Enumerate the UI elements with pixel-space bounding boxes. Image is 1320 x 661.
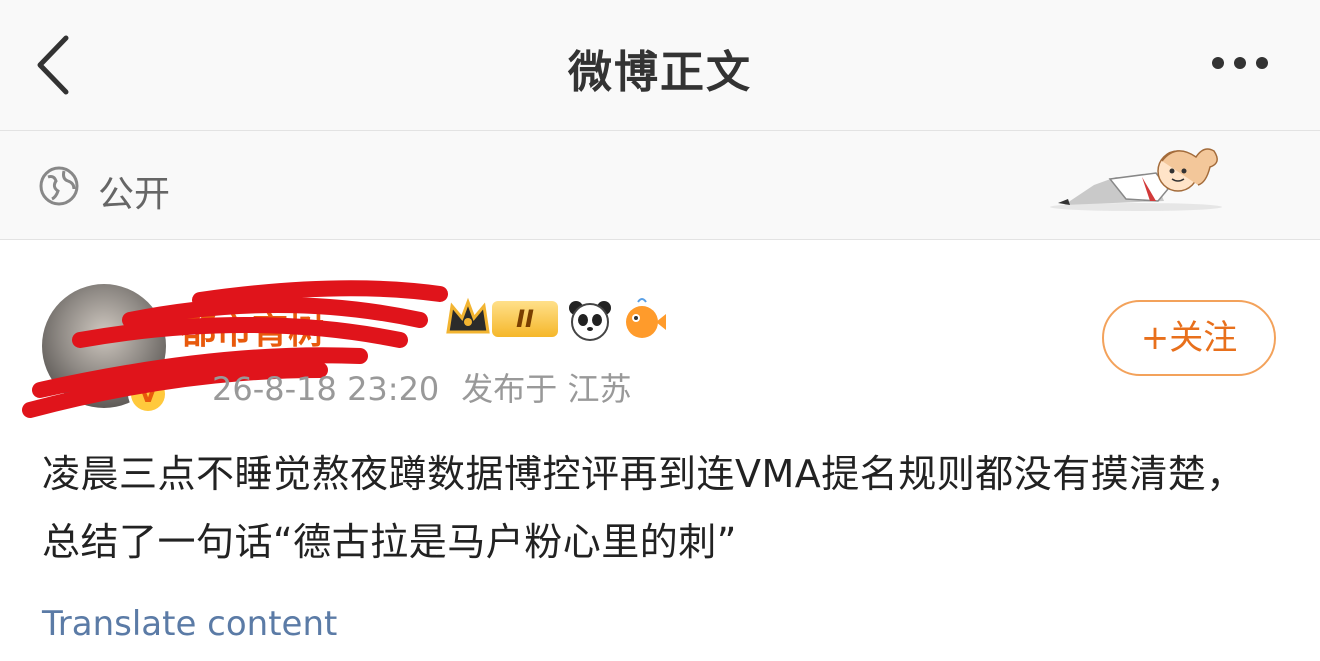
post-meta: 26-8-18 23:20 发布于 江苏	[212, 364, 631, 410]
visibility-label: 公开	[98, 174, 171, 215]
page-title: 微博正文	[568, 47, 752, 98]
globe-icon	[39, 166, 79, 206]
top-nav-bar: 微博正文	[0, 0, 1320, 131]
follow-button[interactable]: +关注	[1102, 300, 1276, 376]
visibility-bar: 公开	[0, 131, 1320, 240]
crown-icon	[446, 297, 490, 334]
more-options-button[interactable]	[1212, 54, 1282, 76]
mascot-illustration	[1050, 148, 1222, 211]
author-name[interactable]: 都市育树	[180, 302, 450, 354]
verified-badge: V	[128, 374, 168, 414]
more-dots-icon	[1212, 57, 1224, 69]
fish-icon	[626, 298, 666, 338]
post-location: 发布于 江苏	[461, 370, 632, 408]
member-level-badge[interactable]: II	[492, 301, 558, 337]
translate-link[interactable]: Translate content	[42, 604, 337, 644]
post-card: V 都市育树 II 26-8-18 23:20 发布于 江苏 +关注 凌晨三点不睡…	[0, 240, 1320, 661]
post-text: 凌晨三点不睡觉熬夜蹲数据博控评再到连VMA提名规则都没有摸清楚，总结了一句话“德…	[42, 452, 1245, 564]
post-timestamp: 26-8-18 23:20	[212, 370, 440, 408]
panda-icon	[569, 301, 611, 341]
